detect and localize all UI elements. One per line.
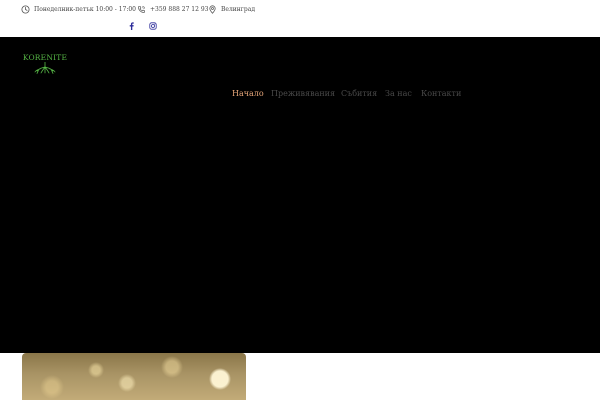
nav-item-contacts[interactable]: Контакти [421, 89, 461, 98]
phone-icon [137, 5, 145, 13]
featured-image-card[interactable] [22, 353, 246, 400]
clock-icon [21, 4, 30, 14]
phone-contact[interactable]: +359 888 27 12 93 [137, 3, 208, 15]
nav-item-events[interactable]: Събития [341, 89, 377, 98]
facebook-link[interactable] [127, 21, 136, 30]
phone-number[interactable]: +359 888 27 12 93 [150, 6, 208, 13]
instagram-icon [148, 21, 157, 30]
nav-item-experiences[interactable]: Преживявания [271, 89, 335, 98]
facebook-icon [129, 21, 134, 30]
location-pin-icon [209, 4, 216, 14]
site-logo[interactable]: KORENITE [22, 53, 68, 75]
nav-item-home[interactable]: Начало [232, 89, 264, 98]
logo-text: KORENITE [22, 53, 68, 62]
opening-hours-text: Понеделник-петък 10:00 - 17:00 [34, 5, 136, 13]
location-info: Велинград [208, 3, 255, 15]
instagram-link[interactable] [148, 21, 157, 30]
roots-logo-icon [34, 62, 56, 74]
opening-hours: Понеделник-петък 10:00 - 17:00 [21, 3, 136, 15]
top-info-bar: Понеделник-петък 10:00 - 17:00 +359 888 … [0, 0, 600, 37]
main-navigation: Начало Преживявания Събития За нас Конта… [0, 89, 600, 101]
nav-item-about[interactable]: За нас [385, 89, 412, 98]
hero-section: KORENITE Начало Преживявания Събития За … [0, 37, 600, 353]
location-text: Велинград [221, 5, 256, 13]
